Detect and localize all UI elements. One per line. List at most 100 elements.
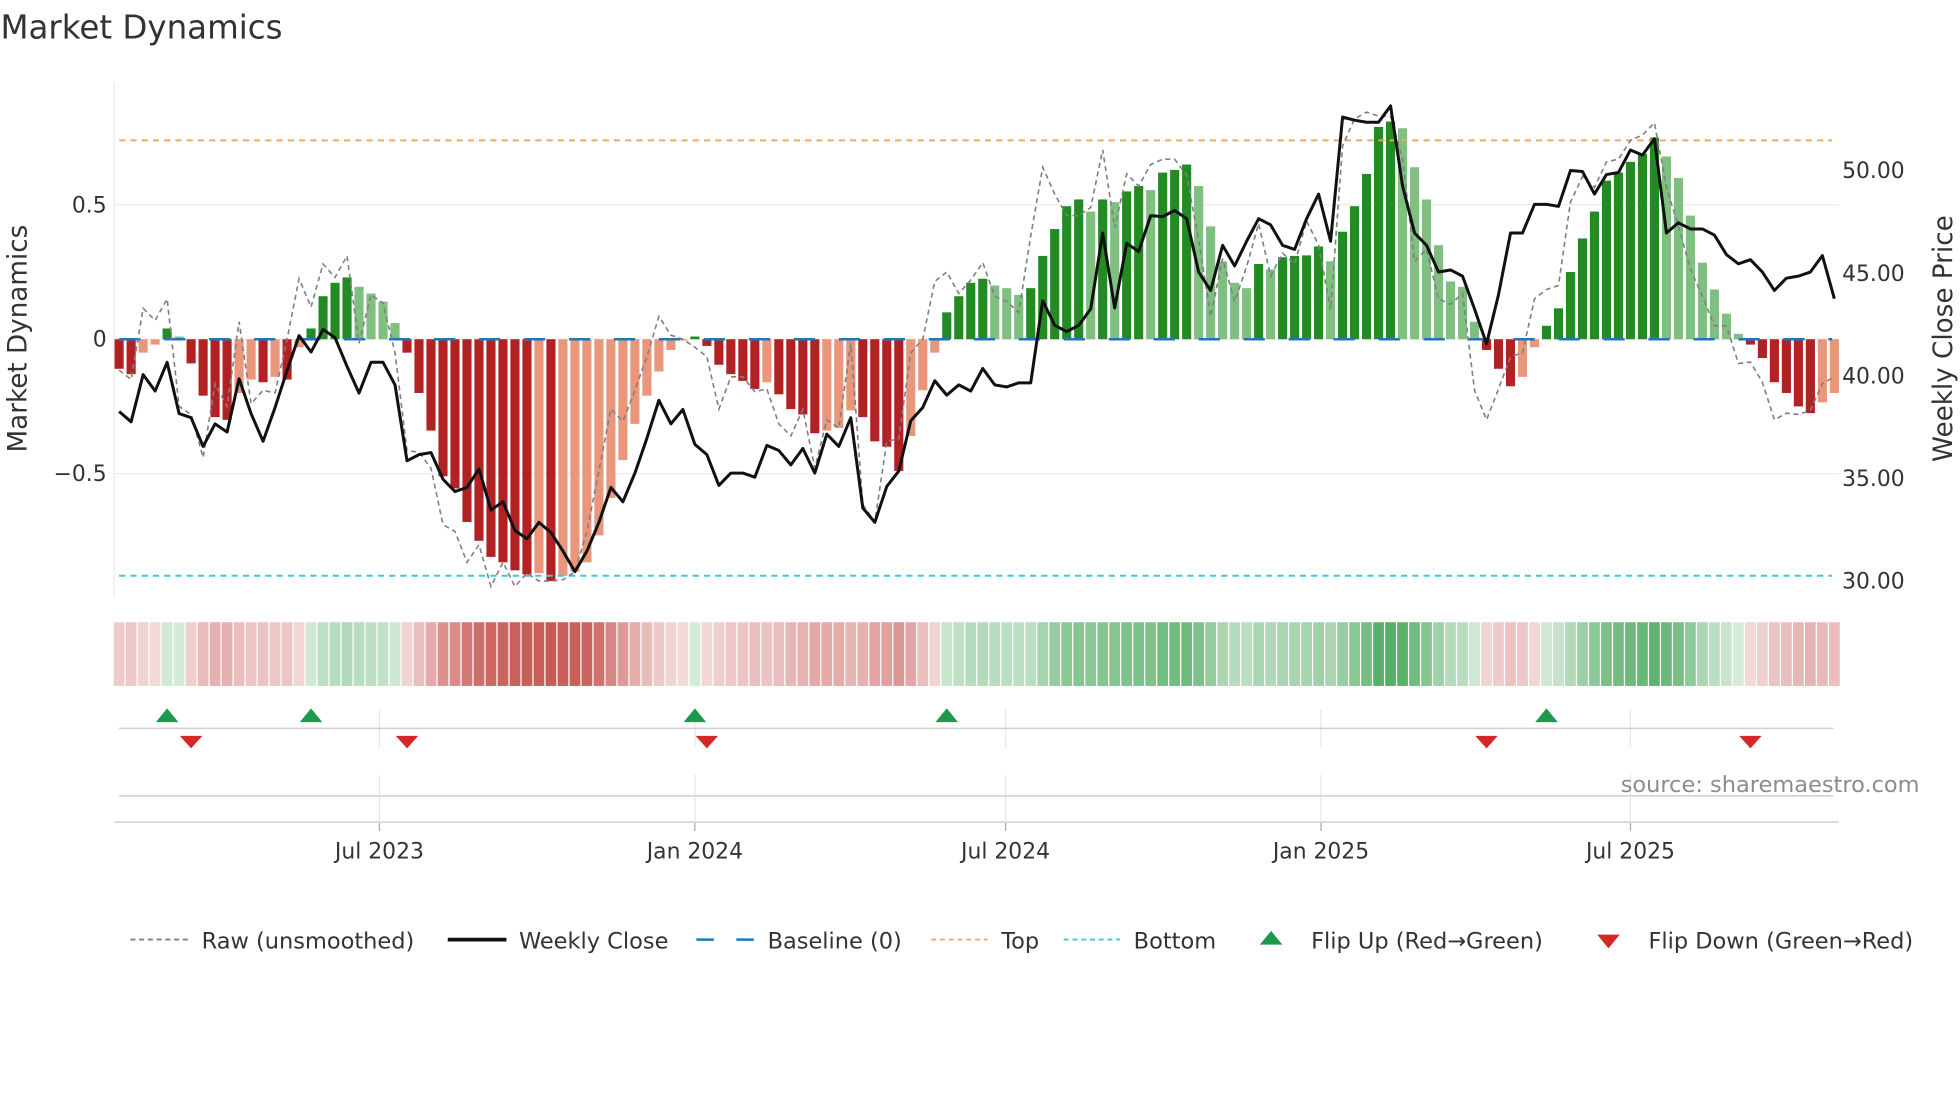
heat-strip-cell bbox=[1637, 622, 1648, 686]
legend-item-flip-down: Flip Down (Green→Red) bbox=[1597, 928, 1913, 954]
heat-strip-cell bbox=[1421, 622, 1432, 686]
legend-item-flip-up: Flip Up (Red→Green) bbox=[1259, 928, 1543, 954]
momentum-bar bbox=[834, 339, 844, 428]
heat-strip-cell bbox=[773, 622, 785, 686]
legend-flip-down-label: Flip Down (Green→Red) bbox=[1648, 928, 1913, 954]
heat-strip-cell bbox=[341, 622, 353, 686]
heat-strip-cell bbox=[1721, 622, 1732, 686]
y-tick-label-right: 35.00 bbox=[1842, 467, 1905, 492]
momentum-bar bbox=[366, 293, 376, 340]
heat-strip-cell bbox=[1457, 622, 1468, 686]
momentum-bar bbox=[954, 296, 964, 340]
momentum-bar bbox=[1158, 172, 1168, 340]
y-tick-label-left: −0.5 bbox=[54, 462, 107, 487]
momentum-bar bbox=[1553, 308, 1564, 340]
momentum-bar bbox=[1134, 186, 1144, 340]
flip-down-icon bbox=[1597, 934, 1620, 949]
momentum-bar bbox=[630, 339, 640, 424]
momentum-bar bbox=[1517, 339, 1528, 377]
heat-strip-cell bbox=[1265, 622, 1276, 686]
chart-title: Market Dynamics bbox=[0, 9, 282, 47]
heat-strip-cell bbox=[1013, 622, 1025, 686]
heat-strip-cell bbox=[329, 622, 341, 686]
momentum-bar bbox=[414, 339, 424, 393]
momentum-bar bbox=[1421, 199, 1432, 340]
heat-strip-cell bbox=[953, 622, 965, 686]
heat-strip-cell bbox=[1673, 622, 1684, 686]
heat-strip-cell bbox=[797, 622, 809, 686]
momentum-bar bbox=[1709, 289, 1719, 340]
heat-strip bbox=[113, 622, 1840, 686]
momentum-bar bbox=[1146, 190, 1156, 340]
heat-strip-cell bbox=[233, 622, 245, 686]
heat-strip-cell bbox=[941, 622, 953, 686]
heat-strip-cell bbox=[449, 622, 461, 686]
heat-strip-cell bbox=[1373, 622, 1384, 686]
heat-strip-cell bbox=[569, 622, 581, 686]
momentum-bar bbox=[750, 339, 760, 389]
momentum-bar bbox=[714, 339, 724, 365]
heat-strip-cell bbox=[761, 622, 773, 686]
heat-strip-cell bbox=[1241, 622, 1253, 686]
heat-strip-cell bbox=[605, 622, 617, 686]
heat-strip-cell bbox=[1769, 622, 1780, 686]
heat-strip-cell bbox=[125, 622, 137, 686]
momentum-bar bbox=[450, 339, 460, 489]
momentum-bar bbox=[1565, 272, 1576, 340]
momentum-bar bbox=[1409, 167, 1420, 340]
heat-strip-cell bbox=[1205, 622, 1217, 686]
y-tick-label-right: 45.00 bbox=[1842, 262, 1905, 287]
heat-strip-cell bbox=[1349, 622, 1360, 686]
momentum-bar bbox=[870, 339, 880, 442]
momentum-bar bbox=[1302, 255, 1312, 340]
heat-strip-cell bbox=[269, 622, 281, 686]
heat-strip-cell bbox=[437, 622, 449, 686]
momentum-bar bbox=[1326, 261, 1336, 340]
heat-strip-cell bbox=[161, 622, 173, 686]
momentum-bar bbox=[1086, 211, 1096, 340]
momentum-bar bbox=[534, 339, 544, 574]
momentum-bar bbox=[474, 339, 484, 541]
momentum-bar bbox=[1014, 294, 1024, 340]
legend-baseline-label: Baseline (0) bbox=[768, 928, 902, 954]
momentum-bar bbox=[1433, 245, 1444, 340]
heat-strip-cell bbox=[785, 622, 797, 686]
heat-strip-cell bbox=[377, 622, 389, 686]
momentum-bar bbox=[546, 339, 556, 582]
momentum-bar bbox=[426, 339, 436, 431]
heat-strip-cell bbox=[713, 622, 725, 686]
heat-strip-cell bbox=[749, 622, 761, 686]
momentum-bar bbox=[1697, 262, 1707, 340]
heat-strip-cell bbox=[293, 622, 305, 686]
momentum-bar bbox=[1757, 339, 1767, 359]
momentum-bar bbox=[1637, 153, 1648, 340]
heat-strip-cell bbox=[1001, 622, 1013, 686]
source-credit: source: sharemaestro.com bbox=[1621, 772, 1920, 798]
heat-strip-cell bbox=[1661, 622, 1672, 686]
y-axis-label-left: Market Dynamics bbox=[4, 225, 34, 453]
heat-strip-cell bbox=[1277, 622, 1288, 686]
momentum-bar bbox=[1613, 172, 1624, 340]
heat-strip-cell bbox=[965, 622, 977, 686]
x-tick-label: Jul 2025 bbox=[1584, 839, 1675, 864]
momentum-bar bbox=[342, 277, 352, 340]
heat-strip-cell bbox=[1397, 622, 1408, 686]
momentum-bar bbox=[1098, 199, 1108, 340]
momentum-bar bbox=[1338, 231, 1348, 340]
heat-strip-cell bbox=[1121, 622, 1133, 686]
heat-strip-cell bbox=[1625, 622, 1636, 686]
momentum-bar bbox=[510, 339, 520, 571]
heat-strip-cell bbox=[1601, 622, 1612, 686]
heat-strip-cell bbox=[557, 622, 569, 686]
momentum-bar bbox=[198, 339, 208, 396]
momentum-bar bbox=[1589, 211, 1600, 340]
heat-strip-cell bbox=[1073, 622, 1085, 686]
heat-strip-cell bbox=[1409, 622, 1420, 686]
heat-strip-cell bbox=[689, 622, 701, 686]
heat-strip-cell bbox=[1313, 622, 1324, 686]
flip-up-marker bbox=[155, 708, 179, 723]
heat-strip-cell bbox=[389, 622, 401, 686]
heat-strip-cell bbox=[1493, 622, 1504, 686]
momentum-bar bbox=[894, 339, 904, 471]
heat-strip-cell bbox=[1685, 622, 1696, 686]
